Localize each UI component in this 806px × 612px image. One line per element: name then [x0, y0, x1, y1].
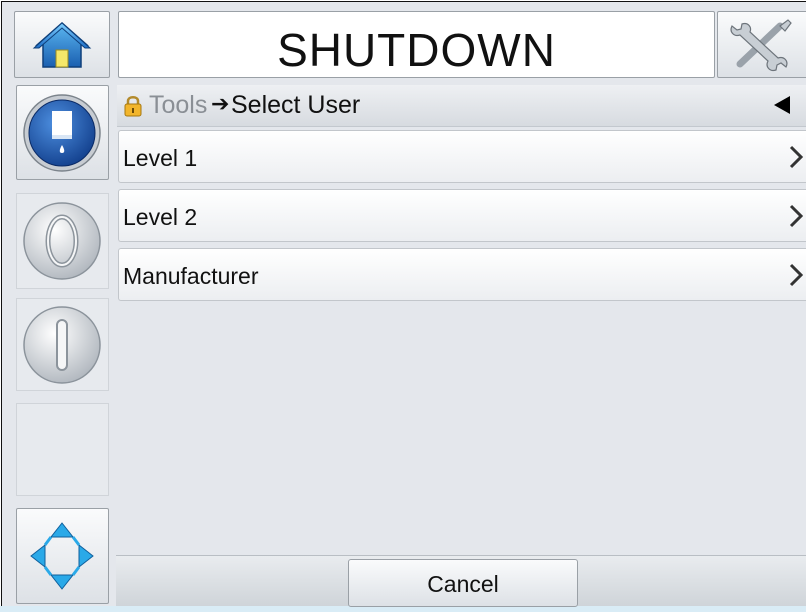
breadcrumb-current: Select User: [231, 91, 361, 119]
home-button[interactable]: [14, 11, 110, 78]
breadcrumb-separator: ➔: [211, 91, 230, 116]
back-icon[interactable]: [772, 95, 792, 115]
stop-icon[interactable]: [17, 299, 108, 390]
ink-status-button[interactable]: [16, 85, 109, 180]
list-item-level-2[interactable]: Level 2: [118, 189, 806, 242]
home-icon: [32, 22, 92, 68]
empty-slot: [16, 403, 109, 496]
chevron-right-icon: [789, 145, 804, 169]
title-panel: SHUTDOWN: [118, 11, 715, 78]
list-item-level-1[interactable]: Level 1: [118, 130, 806, 183]
list-item-label: Level 1: [123, 145, 198, 171]
tools-button[interactable]: [717, 11, 806, 78]
breadcrumb-parent[interactable]: Tools: [149, 91, 207, 120]
list-item-label: Level 2: [123, 204, 198, 230]
chevron-right-icon: [789, 204, 804, 228]
tools-icon: [730, 19, 792, 72]
breadcrumb: Tools ➔ Select User: [117, 85, 806, 127]
list-item-label: Manufacturer: [123, 263, 259, 289]
navigation-arrows-icon: [30, 522, 94, 590]
cancel-button[interactable]: Cancel: [348, 559, 578, 607]
start-icon[interactable]: [17, 194, 108, 288]
start-slot: [16, 193, 109, 289]
navigation-button[interactable]: [16, 508, 109, 604]
chevron-right-icon: [789, 263, 804, 287]
lock-icon: [124, 96, 142, 117]
cancel-label: Cancel: [427, 571, 499, 597]
ink-cartridge-icon: [23, 94, 101, 172]
stop-slot: [16, 298, 109, 391]
list-item-manufacturer[interactable]: Manufacturer: [118, 248, 806, 301]
page-title: SHUTDOWN: [277, 24, 556, 76]
